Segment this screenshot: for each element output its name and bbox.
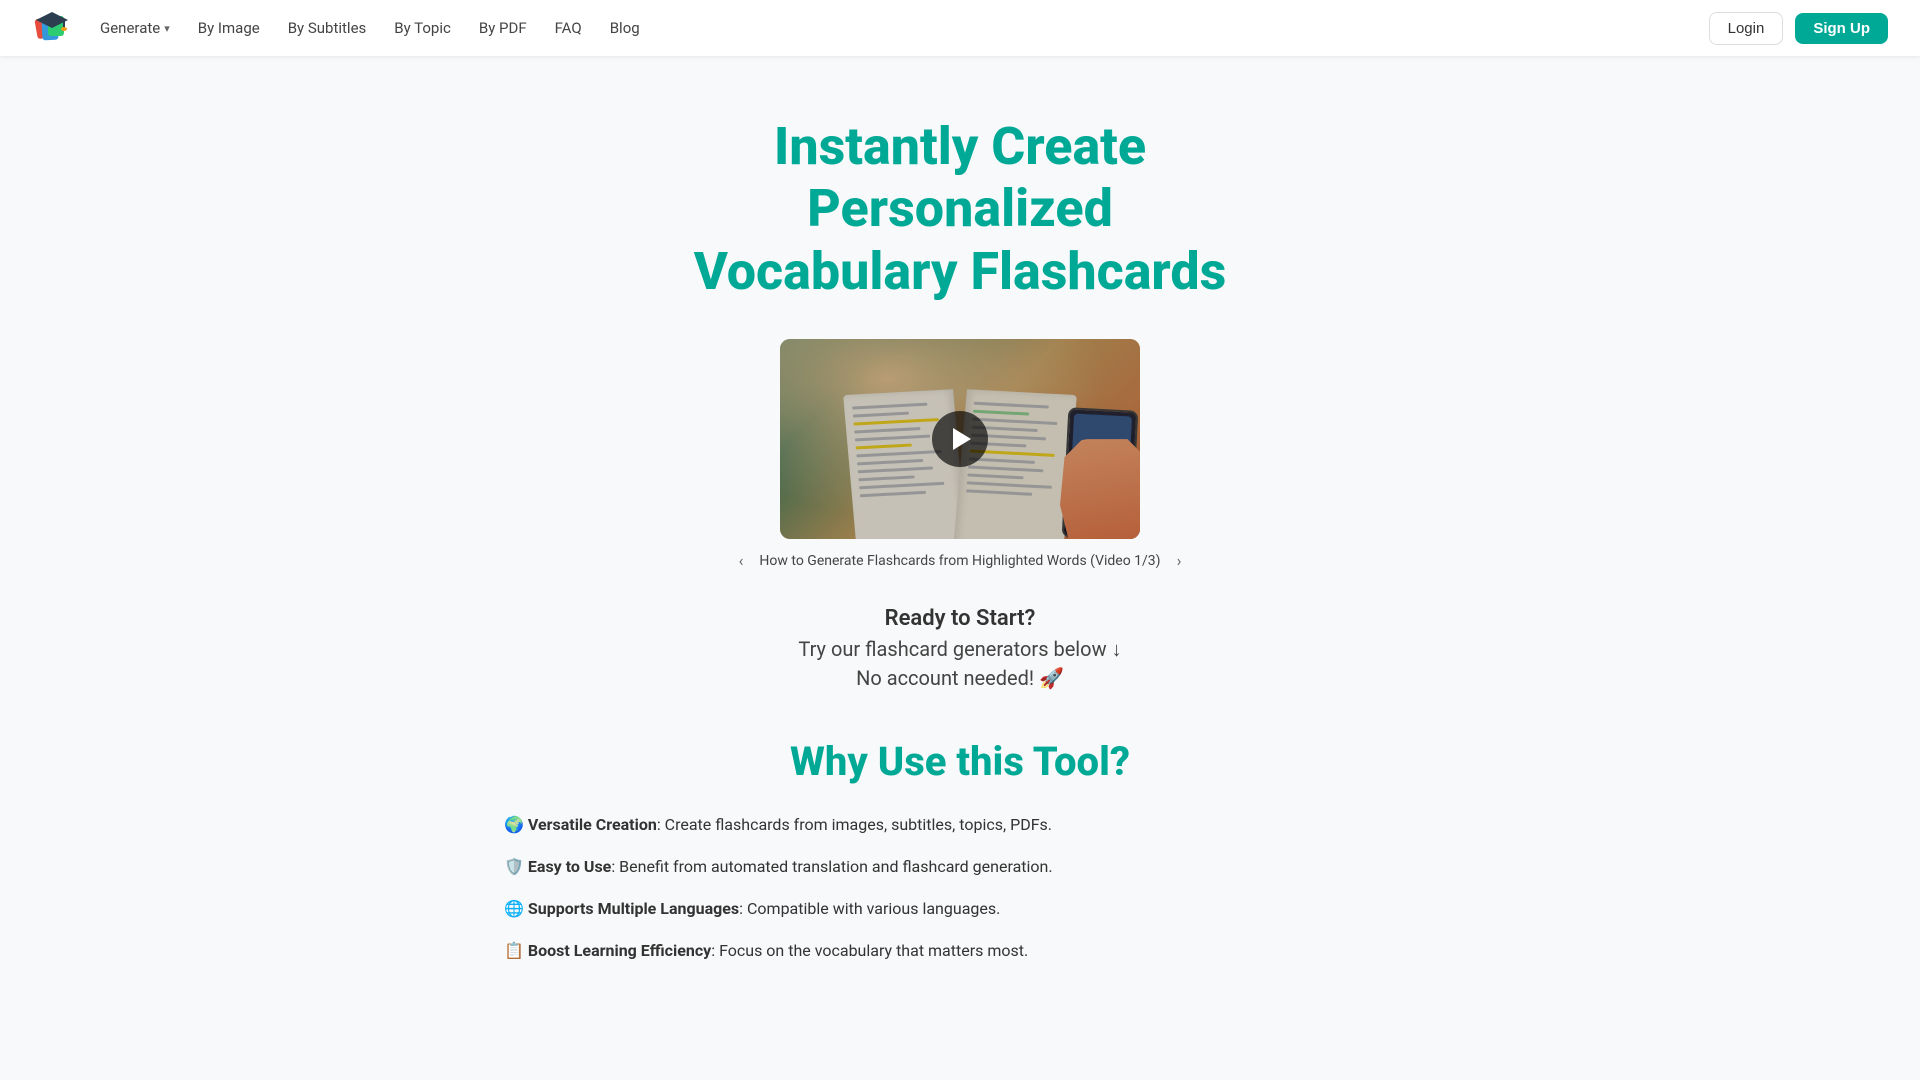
cta-sub-text: Try our flashcard generators below ↓: [504, 637, 1416, 662]
nav-blog[interactable]: Blog: [598, 11, 652, 45]
chevron-down-icon: ▾: [164, 22, 170, 35]
feature-description: : Benefit from automated translation and…: [611, 857, 1052, 876]
feature-item: 📋 Boost Learning Efficiency: Focus on th…: [504, 939, 1416, 963]
feature-item: 🌍 Versatile Creation: Create flashcards …: [504, 813, 1416, 837]
main-content: Instantly Create Personalized Vocabulary…: [480, 56, 1440, 1021]
feature-icon: 📋: [504, 941, 524, 960]
signup-button[interactable]: Sign Up: [1795, 13, 1888, 44]
feature-icon: 🌐: [504, 899, 524, 918]
feature-label: Easy to Use: [528, 857, 611, 876]
feature-list: 🌍 Versatile Creation: Create flashcards …: [504, 813, 1416, 963]
nav-generate[interactable]: Generate ▾: [88, 11, 182, 45]
navbar-actions: Login Sign Up: [1709, 12, 1888, 45]
hero-title: Instantly Create Personalized Vocabulary…: [504, 116, 1416, 303]
why-title: Why Use this Tool?: [504, 738, 1416, 785]
nav-faq[interactable]: FAQ: [543, 11, 594, 45]
feature-description: : Compatible with various languages.: [739, 899, 1000, 918]
nav-by-subtitles[interactable]: By Subtitles: [276, 11, 379, 45]
video-thumbnail: [780, 339, 1140, 539]
feature-icon: 🛡️: [504, 857, 524, 876]
nav-by-image[interactable]: By Image: [186, 11, 272, 45]
cta-no-account-text: No account needed! 🚀: [504, 666, 1416, 690]
next-video-button[interactable]: ›: [1177, 551, 1182, 570]
cta-ready-text: Ready to Start?: [504, 606, 1416, 631]
feature-label: Versatile Creation: [528, 815, 657, 834]
logo[interactable]: [32, 8, 72, 48]
feature-label: Supports Multiple Languages: [528, 899, 739, 918]
login-button[interactable]: Login: [1709, 12, 1784, 45]
feature-item: 🌐 Supports Multiple Languages: Compatibl…: [504, 897, 1416, 921]
video-caption: ‹ How to Generate Flashcards from Highli…: [504, 551, 1416, 570]
feature-description: : Focus on the vocabulary that matters m…: [711, 941, 1028, 960]
navbar: Generate ▾ By Image By Subtitles By Topi…: [0, 0, 1920, 56]
cta-section: Ready to Start? Try our flashcard genera…: [504, 606, 1416, 690]
play-button-overlay[interactable]: [780, 339, 1140, 539]
feature-description: : Create flashcards from images, subtitl…: [657, 815, 1052, 834]
feature-item: 🛡️ Easy to Use: Benefit from automated t…: [504, 855, 1416, 879]
video-caption-text: How to Generate Flashcards from Highligh…: [759, 553, 1160, 569]
play-button[interactable]: [932, 411, 988, 467]
nav-by-topic[interactable]: By Topic: [382, 11, 463, 45]
navbar-links: Generate ▾ By Image By Subtitles By Topi…: [88, 11, 1709, 45]
why-section: Why Use this Tool? 🌍 Versatile Creation:…: [504, 738, 1416, 963]
nav-by-pdf[interactable]: By PDF: [467, 11, 539, 45]
play-icon: [953, 428, 971, 450]
feature-icon: 🌍: [504, 815, 524, 834]
video-container[interactable]: [780, 339, 1140, 539]
feature-label: Boost Learning Efficiency: [528, 941, 711, 960]
prev-video-button[interactable]: ‹: [739, 551, 744, 570]
